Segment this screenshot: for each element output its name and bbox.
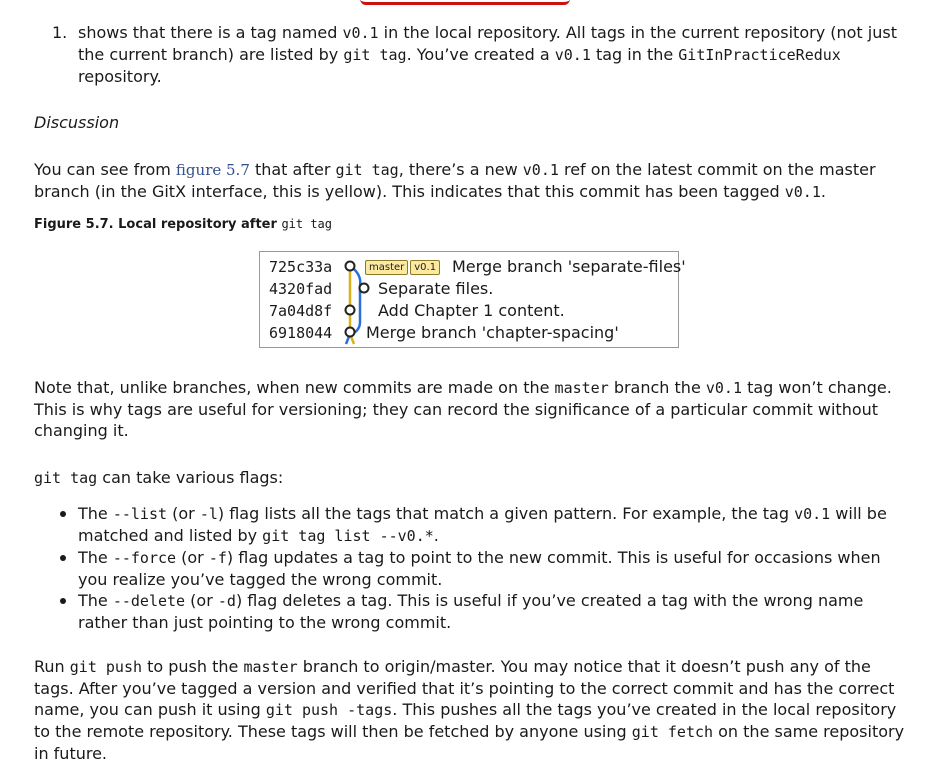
inline-code: git tag [343, 46, 407, 64]
paragraph-git-push: Run git push to push the master branch t… [34, 657, 905, 763]
figure-caption-code: git tag [281, 217, 333, 231]
commit-hash: 4320fad [269, 280, 333, 298]
inline-code: v0.1 [342, 24, 379, 42]
flag-list: The --list (or -l) flag lists all the ta… [56, 503, 912, 633]
list-number: 1. [52, 23, 68, 42]
inline-code: git tag list --v0.* [262, 527, 434, 545]
commit-row[interactable]: 725c33a master v0.1 Merge branch 'separa… [260, 256, 686, 278]
inline-code: v0.1 [794, 505, 831, 523]
gitx-commit-graph: 725c33a master v0.1 Merge branch 'separa… [259, 251, 686, 348]
figure-caption-label: Figure 5.7. Local repository after [34, 217, 282, 232]
commit-hash: 725c33a [269, 258, 333, 276]
inline-code: git fetch [631, 723, 714, 741]
figure-link[interactable]: figure 5.7 [176, 161, 250, 179]
commit-message: Separate files. [378, 279, 494, 298]
ordered-list-item: 1. shows that there is a tag named v0.1 … [52, 22, 912, 87]
list-item: The --delete (or -d) flag deletes a tag.… [56, 590, 912, 633]
inline-code: git tag [34, 469, 98, 487]
previous-heading-underline [360, 0, 570, 5]
discussion-heading: Discussion [34, 113, 120, 132]
commit-message: Add Chapter 1 content. [378, 301, 565, 320]
paragraph-tags-versioning: Note that, unlike branches, when new com… [34, 378, 892, 440]
list-item-text: shows that there is a tag named v0.1 in … [78, 23, 897, 86]
inline-code: git tag [335, 161, 399, 179]
inline-code: -l [199, 505, 218, 523]
commit-message: Merge branch 'chapter-spacing' [366, 323, 619, 342]
commit-row[interactable]: 4320fad Separate files. [260, 278, 680, 300]
branch-badge-master: master [365, 260, 409, 275]
commit-row[interactable]: 7a04d8f Add Chapter 1 content. [260, 300, 680, 322]
commit-message: Merge branch 'separate-files' [452, 257, 686, 276]
list-item: The --force (or -f) flag updates a tag t… [56, 547, 912, 590]
paragraph-flags-intro: git tag can take various flags: [34, 468, 284, 487]
ref-badges: master v0.1 [365, 260, 441, 275]
inline-code: v0.1 [522, 161, 559, 179]
inline-code: v0.1 [554, 46, 591, 64]
inline-code: --delete [112, 592, 186, 610]
commit-hash: 6918044 [269, 324, 333, 342]
inline-code: -d [217, 592, 236, 610]
paragraph-figure-intro: You can see from figure 5.7 that after g… [34, 160, 876, 201]
inline-code: git push -tags [265, 701, 393, 719]
inline-code: v0.1 [784, 183, 821, 201]
inline-code: master [554, 379, 609, 397]
inline-code: --force [112, 549, 177, 567]
inline-code: --list [112, 505, 168, 523]
inline-code: git push [69, 658, 143, 676]
tag-badge-v0-1: v0.1 [410, 260, 441, 275]
list-item: The --list (or -l) flag lists all the ta… [56, 503, 912, 547]
inline-code: GitInPracticeRedux [678, 46, 841, 64]
figure-caption: Figure 5.7. Local repository after git t… [34, 217, 332, 232]
commit-row[interactable]: 6918044 Merge branch 'chapter-spacing' [260, 322, 680, 344]
commit-hash: 7a04d8f [269, 302, 333, 320]
inline-code: master [243, 658, 298, 676]
inline-code: -f [208, 549, 227, 567]
inline-code: v0.1 [705, 379, 742, 397]
